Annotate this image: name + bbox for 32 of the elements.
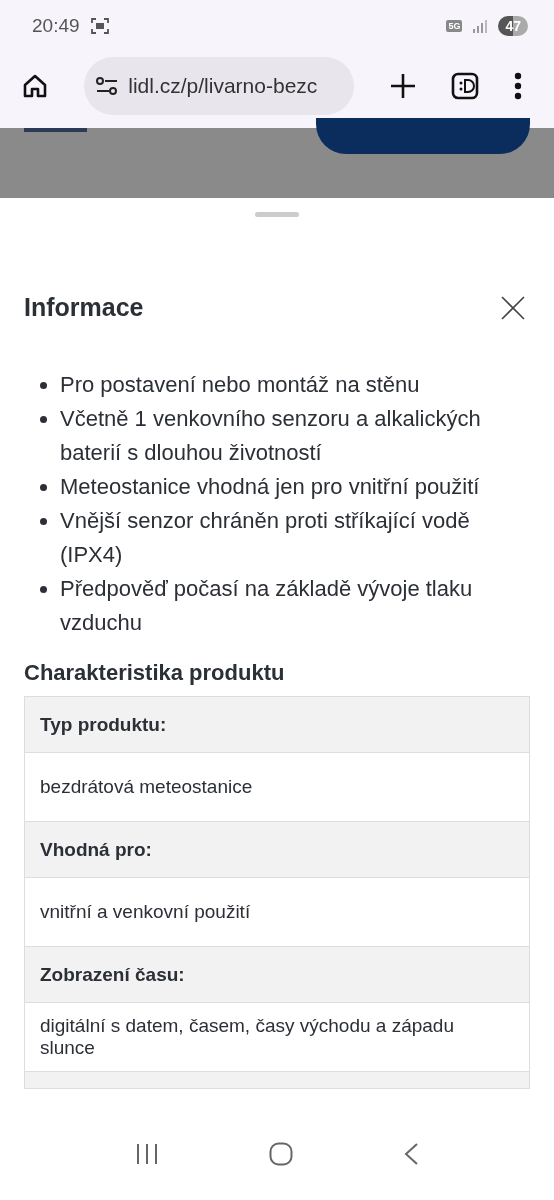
tab-switcher-icon[interactable] [450,72,479,100]
back-icon[interactable] [403,1142,419,1166]
bullet-icon [40,484,47,491]
site-settings-icon[interactable] [96,77,119,95]
bullet-icon [40,416,47,423]
status-time: 20:49 [32,15,80,37]
screenshot-icon [89,17,110,35]
bullet-text: Meteostanice vhodná jen pro vnitřní použití [60,473,480,501]
link-underline [24,128,87,132]
table-header-cell: Zobrazení času: [25,947,529,1003]
bullet-text: Pro postavení nebo montáž na stěnu [60,371,420,399]
network-label: 5G [446,20,463,32]
bullet-icon [40,518,47,525]
table-header-cell: Typ produktu: [25,697,529,753]
section-title: Charakteristika produktu [24,660,286,686]
bullet-text: Vnější senzor chráněn proti stříkající vodě (IPX4) [60,507,471,569]
bullet-text: Předpověď počasí na základě vývoje tlaku vzduchu [60,575,474,637]
recent-apps-icon[interactable] [135,1143,159,1165]
signal-icon [472,18,489,34]
home-icon[interactable] [21,72,49,100]
bullet-icon [40,586,47,593]
close-icon[interactable] [501,295,525,320]
bullet-icon [40,382,47,389]
drag-handle[interactable] [255,212,299,217]
new-tab-icon[interactable] [389,73,416,99]
table-header-cell: Vhodná pro: [25,822,529,878]
sheet-title: Informace [24,293,144,322]
menu-icon[interactable] [514,72,522,100]
battery-indicator: 47 [498,16,528,36]
bullet-text: Včetně 1 venkovního senzoru a alkalických baterií s dlouhou životností [60,405,482,467]
home-button-icon[interactable] [269,1142,293,1166]
address-bar[interactable]: lidl.cz/p/livarno-bezc [84,57,355,115]
